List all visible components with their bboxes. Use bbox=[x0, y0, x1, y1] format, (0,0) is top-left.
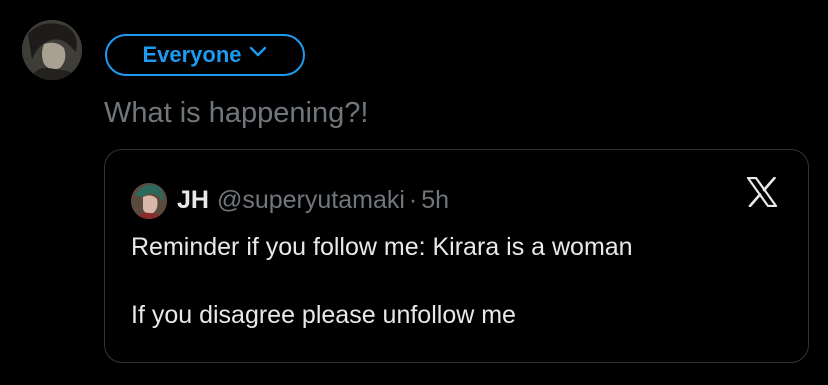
quoted-post-text: Reminder if you follow me: Kirara is a w… bbox=[131, 230, 781, 332]
chevron-down-icon bbox=[248, 42, 268, 68]
audience-selector-button[interactable]: Everyone bbox=[105, 34, 305, 76]
remove-quote-button[interactable] bbox=[744, 176, 780, 212]
quoted-post-line: If you disagree please unfollow me bbox=[131, 301, 516, 329]
quoted-post-time[interactable]: 5h bbox=[421, 186, 449, 215]
quoted-author-name[interactable]: JH bbox=[177, 186, 209, 215]
quoted-author-handle[interactable]: @superyutamaki bbox=[217, 186, 405, 215]
audience-label: Everyone bbox=[142, 42, 242, 67]
header-separator: · bbox=[408, 185, 418, 214]
user-avatar-image bbox=[22, 20, 82, 80]
quoted-post-line: Reminder if you follow me: Kirara is a w… bbox=[131, 233, 633, 261]
quoted-post-card[interactable]: JH @superyutamaki · 5h Reminder if you f… bbox=[104, 149, 809, 363]
user-avatar-image bbox=[131, 183, 167, 219]
quoted-author-avatar bbox=[131, 183, 167, 219]
x-logo-icon bbox=[746, 176, 778, 212]
composer-avatar[interactable] bbox=[22, 20, 82, 80]
quoted-post-header: JH @superyutamaki · 5h bbox=[177, 184, 449, 216]
compose-text-input[interactable] bbox=[104, 90, 804, 136]
